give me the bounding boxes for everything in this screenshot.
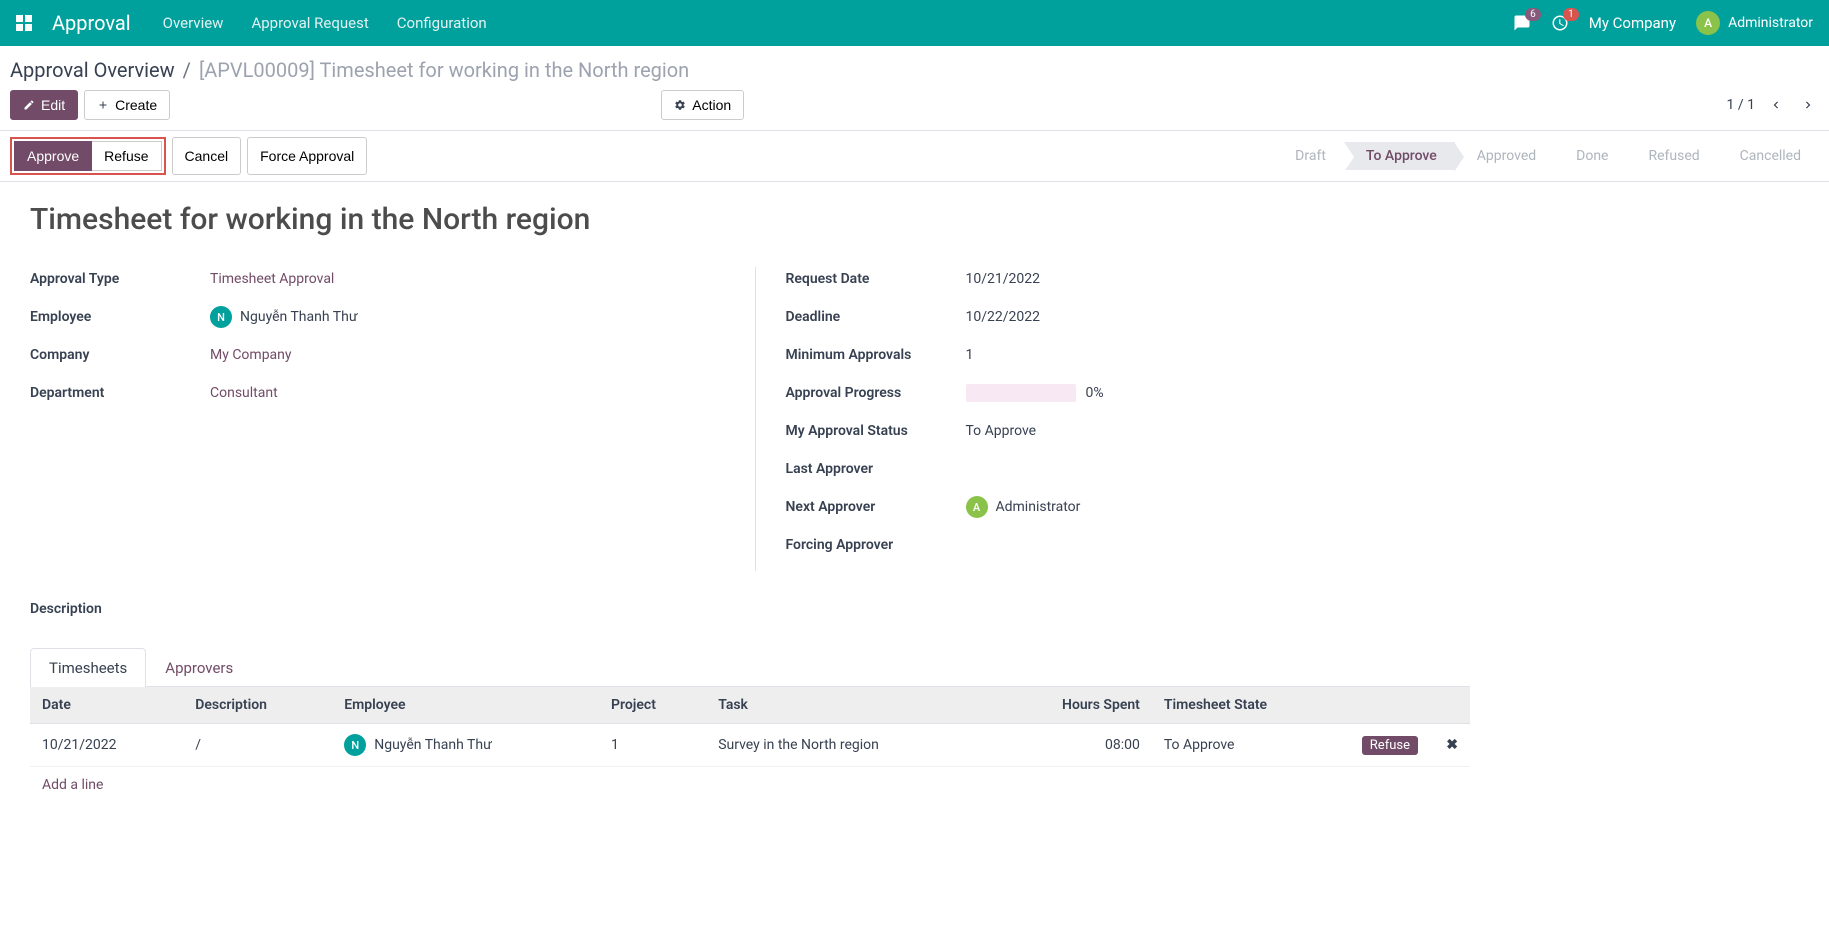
value-request-date: 10/21/2022: [966, 271, 1471, 287]
pager-text: 1 / 1: [1727, 97, 1755, 113]
cell-task: Survey in the North region: [706, 724, 993, 767]
th-date[interactable]: Date: [30, 687, 183, 724]
add-line-button[interactable]: Add a line: [30, 767, 1470, 803]
value-department[interactable]: Consultant: [210, 385, 278, 401]
step-refused[interactable]: Refused: [1626, 142, 1717, 170]
user-avatar: A: [1696, 11, 1720, 35]
edit-label: Edit: [41, 97, 65, 113]
label-company: Company: [30, 347, 210, 363]
value-approval-progress: 0%: [1086, 385, 1104, 401]
step-to-approve[interactable]: To Approve: [1344, 142, 1455, 170]
pager-next[interactable]: [1797, 94, 1819, 116]
pager-prev[interactable]: [1765, 94, 1787, 116]
page-title: Timesheet for working in the North regio…: [30, 202, 1470, 237]
th-task[interactable]: Task: [706, 687, 993, 724]
label-min-approvals: Minimum Approvals: [786, 347, 966, 363]
force-approval-button[interactable]: Force Approval: [247, 137, 367, 175]
form-sheet: Timesheet for working in the North regio…: [0, 182, 1500, 823]
timesheets-table: Date Description Employee Project Task H…: [30, 687, 1470, 803]
edit-button[interactable]: Edit: [10, 90, 78, 120]
breadcrumb-sep: /: [183, 58, 191, 82]
create-button[interactable]: Create: [84, 90, 170, 120]
th-timesheet-state[interactable]: Timesheet State: [1152, 687, 1350, 724]
top-navbar: Approval Overview Approval Request Confi…: [0, 0, 1829, 46]
nav-approval-request[interactable]: Approval Request: [251, 14, 368, 32]
label-employee: Employee: [30, 309, 210, 325]
tabs: Timesheets Approvers: [30, 647, 1470, 687]
breadcrumb-parent[interactable]: Approval Overview: [10, 58, 175, 82]
label-my-approval-status: My Approval Status: [786, 423, 966, 439]
cancel-button[interactable]: Cancel: [172, 137, 242, 175]
step-cancelled[interactable]: Cancelled: [1718, 142, 1819, 170]
label-request-date: Request Date: [786, 271, 966, 287]
row-employee-avatar: N: [344, 734, 366, 756]
cell-description: /: [183, 724, 332, 767]
step-draft[interactable]: Draft: [1273, 142, 1344, 170]
table-row[interactable]: 10/21/2022 / N Nguyễn Thanh Thư 1 Survey …: [30, 724, 1470, 767]
cell-project: 1: [599, 724, 706, 767]
activities-badge: 1: [1563, 8, 1579, 21]
label-approval-type: Approval Type: [30, 271, 210, 287]
value-deadline: 10/22/2022: [966, 309, 1471, 325]
highlight-approve-refuse: Approve Refuse: [10, 137, 166, 175]
label-description: Description: [30, 601, 1470, 617]
label-forcing-approver: Forcing Approver: [786, 537, 966, 553]
approve-button[interactable]: Approve: [14, 141, 92, 171]
statusbar: Approve Refuse Cancel Force Approval Dra…: [0, 130, 1829, 182]
label-next-approver: Next Approver: [786, 499, 966, 515]
step-done[interactable]: Done: [1554, 142, 1626, 170]
breadcrumb: Approval Overview / [APVL00009] Timeshee…: [0, 46, 1829, 90]
label-department: Department: [30, 385, 210, 401]
value-company[interactable]: My Company: [210, 347, 292, 363]
value-min-approvals: 1: [966, 347, 1471, 363]
toolbar: Edit Create Action 1 / 1: [0, 90, 1829, 130]
status-steps: Draft To Approve Approved Done Refused C…: [1273, 142, 1819, 170]
value-employee[interactable]: Nguyễn Thanh Thư: [240, 309, 358, 325]
value-my-approval-status: To Approve: [966, 423, 1471, 439]
value-approval-type[interactable]: Timesheet Approval: [210, 271, 334, 287]
activities-icon[interactable]: 1: [1551, 14, 1569, 32]
refuse-button[interactable]: Refuse: [92, 141, 161, 171]
value-next-approver[interactable]: Administrator: [996, 499, 1081, 515]
row-remove-icon[interactable]: ✖: [1446, 737, 1458, 753]
tab-timesheets[interactable]: Timesheets: [30, 648, 146, 687]
employee-avatar: N: [210, 306, 232, 328]
th-project[interactable]: Project: [599, 687, 706, 724]
cell-hours-spent: 08:00: [993, 724, 1151, 767]
th-employee[interactable]: Employee: [332, 687, 599, 724]
progress-bar: [966, 384, 1076, 402]
messages-badge: 6: [1525, 8, 1541, 21]
cell-timesheet-state: To Approve: [1152, 724, 1350, 767]
row-refuse-button[interactable]: Refuse: [1362, 736, 1418, 755]
breadcrumb-current: [APVL00009] Timesheet for working in the…: [199, 58, 689, 82]
th-hours-spent[interactable]: Hours Spent: [993, 687, 1151, 724]
next-approver-avatar: A: [966, 496, 988, 518]
create-label: Create: [115, 97, 157, 113]
user-menu[interactable]: A Administrator: [1696, 11, 1813, 35]
pager: 1 / 1: [1727, 94, 1819, 116]
company-selector[interactable]: My Company: [1589, 14, 1676, 32]
messages-icon[interactable]: 6: [1513, 14, 1531, 32]
label-deadline: Deadline: [786, 309, 966, 325]
th-description[interactable]: Description: [183, 687, 332, 724]
apps-icon[interactable]: [16, 15, 32, 31]
tab-approvers[interactable]: Approvers: [146, 648, 252, 687]
label-approval-progress: Approval Progress: [786, 385, 966, 401]
cell-employee: Nguyễn Thanh Thư: [374, 737, 492, 753]
cell-date: 10/21/2022: [30, 724, 183, 767]
action-button[interactable]: Action: [661, 90, 744, 120]
action-label: Action: [692, 97, 731, 113]
label-last-approver: Last Approver: [786, 461, 966, 477]
nav-overview[interactable]: Overview: [163, 14, 224, 32]
brand-label[interactable]: Approval: [52, 11, 131, 35]
user-name: Administrator: [1728, 15, 1813, 31]
nav-configuration[interactable]: Configuration: [397, 14, 487, 32]
step-approved[interactable]: Approved: [1455, 142, 1554, 170]
